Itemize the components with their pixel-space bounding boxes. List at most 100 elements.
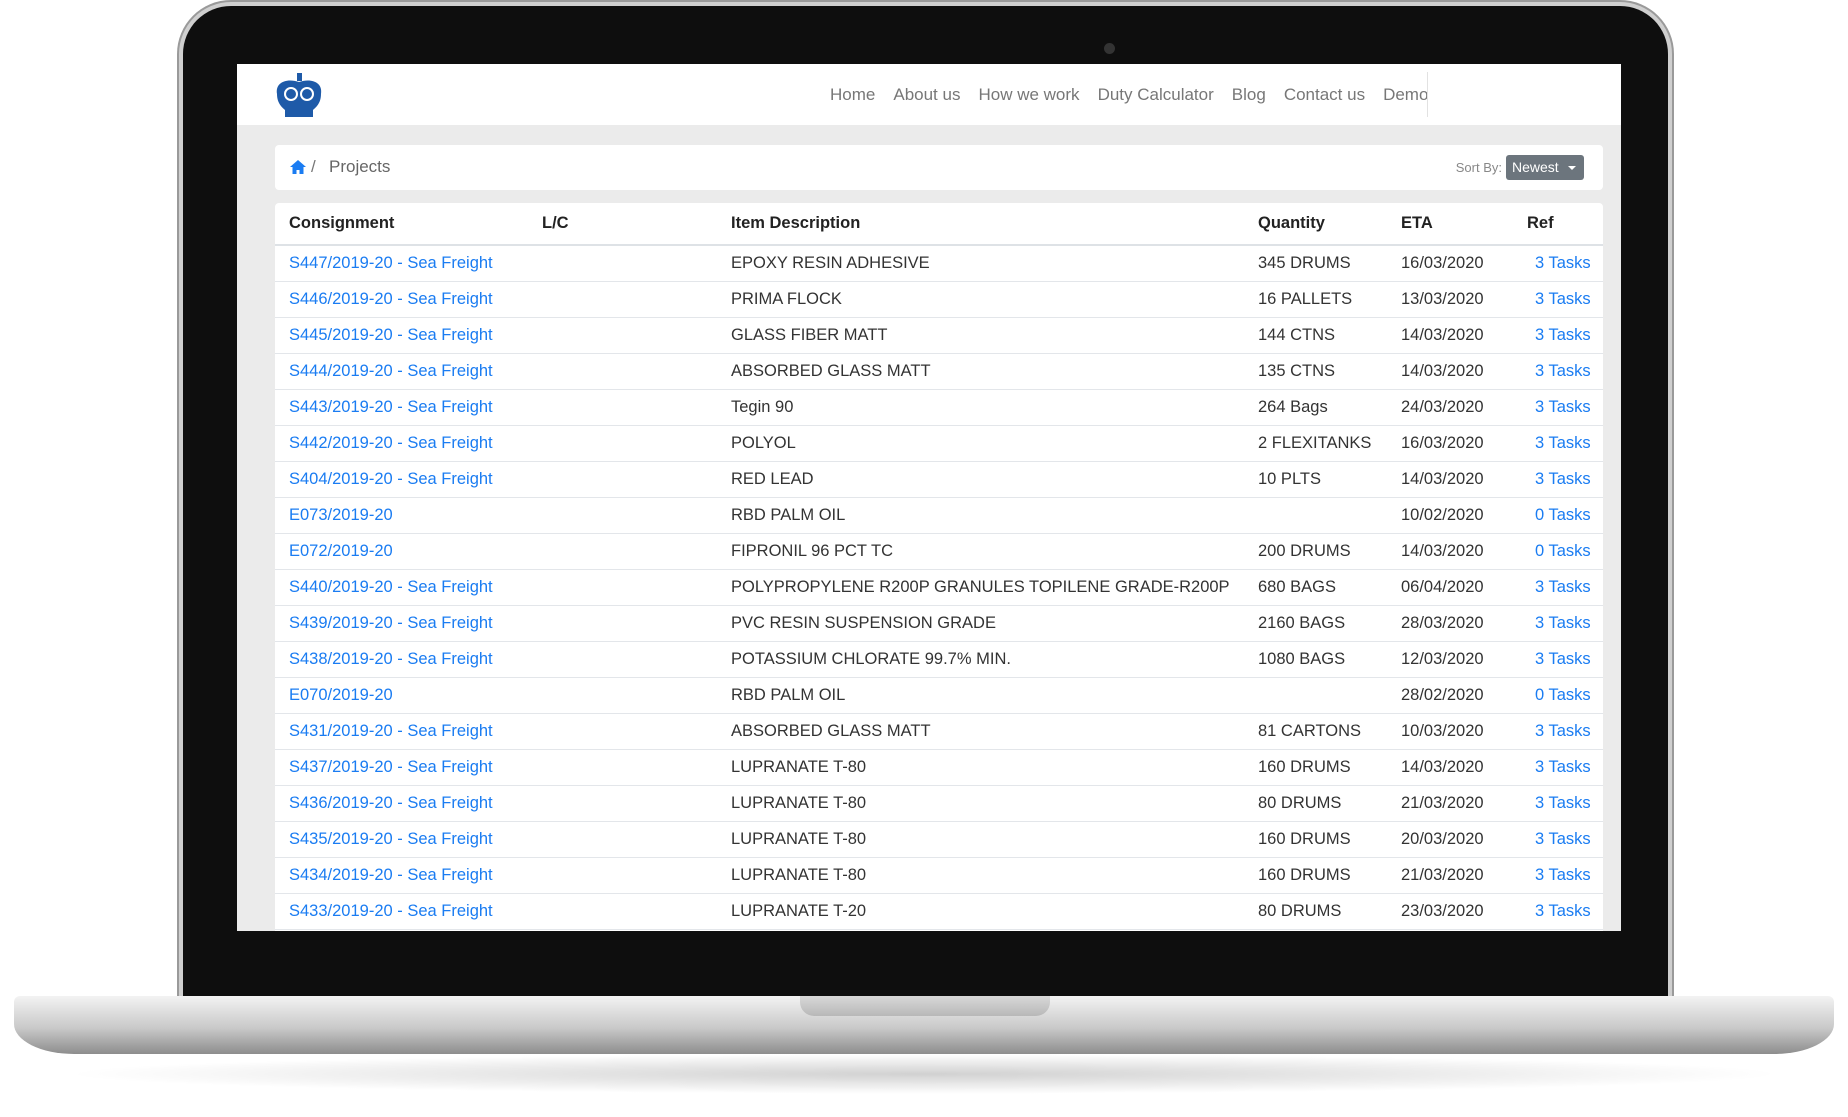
consignment-link[interactable]: S439/2019-20 - Sea Freight xyxy=(289,614,493,632)
eta-cell: 06/04/2020 xyxy=(1401,578,1484,596)
consignment-link[interactable]: S438/2019-20 - Sea Freight xyxy=(289,650,493,668)
eta-cell: 10/03/2020 xyxy=(1401,722,1484,740)
consignment-link[interactable]: S437/2019-20 - Sea Freight xyxy=(289,758,493,776)
tasks-link[interactable]: 3 Tasks xyxy=(1535,614,1591,632)
table-row: S434/2019-20 - Sea Freight LUPRANATE T-80… xyxy=(275,857,1603,894)
tasks-link[interactable]: 3 Tasks xyxy=(1535,758,1591,776)
consignment-link[interactable]: E072/2019-20 xyxy=(289,542,393,560)
breadcrumb-current: Projects xyxy=(329,157,391,176)
item-description-cell: LUPRANATE T-80 xyxy=(731,866,867,884)
consignment-link[interactable]: S436/2019-20 - Sea Freight xyxy=(289,794,493,812)
quantity-cell: 200 DRUMS xyxy=(1258,533,1401,570)
consignment-link[interactable]: S434/2019-20 - Sea Freight xyxy=(289,866,493,884)
camera xyxy=(1104,43,1115,54)
consignment-link[interactable]: S447/2019-20 - Sea Freight xyxy=(289,254,493,272)
table-row: S404/2019-20 - Sea Freight RED LEAD 10 PLT… xyxy=(275,461,1603,498)
eta-cell: 20/03/2020 xyxy=(1401,830,1484,848)
tasks-cell: 3 Tasks xyxy=(1527,893,1603,930)
item-description-cell: Tegin 90 xyxy=(731,389,1258,426)
table-row: S446/2019-20 - Sea Freight PRIMA FLOCK 16 … xyxy=(275,281,1603,318)
tasks-link[interactable]: 3 Tasks xyxy=(1535,650,1591,668)
tasks-link[interactable]: 3 Tasks xyxy=(1535,434,1591,452)
eta-cell: 16/03/2020 xyxy=(1401,254,1484,272)
tasks-link[interactable]: 3 Tasks xyxy=(1535,362,1591,380)
item-description-cell: RBD PALM OIL xyxy=(731,686,846,704)
nav-demo[interactable]: Demo xyxy=(1383,85,1428,105)
tasks-link[interactable]: 3 Tasks xyxy=(1535,470,1591,488)
eta-cell: 14/03/2020 xyxy=(1401,533,1527,570)
laptop-shadow xyxy=(60,1054,1788,1094)
tasks-link[interactable]: 0 Tasks xyxy=(1535,686,1591,704)
quantity-cell xyxy=(1258,497,1401,534)
tasks-link[interactable]: 3 Tasks xyxy=(1535,290,1591,308)
quantity-cell: 160 DRUMS xyxy=(1258,758,1351,776)
screen: Home About us How we work Duty Calculato… xyxy=(237,64,1621,931)
quantity-cell: 680 BAGS xyxy=(1258,578,1336,596)
quantity-cell: 200 DRUMS xyxy=(1258,542,1351,560)
quantity-cell: 81 CARTONS xyxy=(1258,722,1362,740)
eta-cell: 23/03/2020 xyxy=(1401,893,1527,930)
tasks-link[interactable]: 3 Tasks xyxy=(1535,578,1591,596)
table-row: S442/2019-20 - Sea Freight POLYOL 2 FLEXIT… xyxy=(275,425,1603,462)
nav-duty-calculator[interactable]: Duty Calculator xyxy=(1098,85,1214,105)
tasks-link[interactable]: 3 Tasks xyxy=(1535,398,1591,416)
consignment-cell: S435/2019-20 - Sea Freight xyxy=(275,821,542,858)
nav-blog[interactable]: Blog xyxy=(1232,85,1266,105)
item-description-cell: GLASS FIBER MATT xyxy=(731,326,888,344)
eta-cell: 13/03/2020 xyxy=(1401,281,1527,318)
tasks-link[interactable]: 3 Tasks xyxy=(1535,866,1591,884)
nav-how-we-work[interactable]: How we work xyxy=(978,85,1079,105)
eta-cell: 16/03/2020 xyxy=(1401,425,1527,462)
tasks-link[interactable]: 3 Tasks xyxy=(1535,254,1591,272)
consignment-link[interactable]: S433/2019-20 - Sea Freight xyxy=(289,902,493,920)
consignment-cell: S439/2019-20 - Sea Freight xyxy=(275,605,542,642)
consignment-link[interactable]: E070/2019-20 xyxy=(289,686,393,704)
consignment-link[interactable]: E073/2019-20 xyxy=(289,506,393,524)
tasks-link[interactable]: 3 Tasks xyxy=(1535,794,1591,812)
tasks-link[interactable]: 3 Tasks xyxy=(1535,830,1591,848)
quantity-cell: 2 FLEXITANKS xyxy=(1258,425,1401,462)
tasks-link[interactable]: 3 Tasks xyxy=(1535,326,1591,344)
tasks-cell: 3 Tasks xyxy=(1527,785,1603,822)
consignment-link[interactable]: S446/2019-20 - Sea Freight xyxy=(289,290,493,308)
tasks-link[interactable]: 3 Tasks xyxy=(1535,902,1591,920)
consignment-link[interactable]: S431/2019-20 - Sea Freight xyxy=(289,722,493,740)
consignment-link[interactable]: S442/2019-20 - Sea Freight xyxy=(289,434,493,452)
consignment-link[interactable]: S445/2019-20 - Sea Freight xyxy=(289,326,493,344)
lc-cell xyxy=(542,677,731,714)
consignment-link[interactable]: S440/2019-20 - Sea Freight xyxy=(289,578,493,596)
item-description-cell: POLYPROPYLENE R200P GRANULES TOPILENE GR… xyxy=(731,578,1230,596)
quantity-cell: 80 DRUMS xyxy=(1258,893,1401,930)
table-row: S447/2019-20 - Sea Freight EPOXY RESIN AD… xyxy=(275,245,1603,282)
consignment-cell: S438/2019-20 - Sea Freight xyxy=(275,641,542,678)
item-description-cell: PVC RESIN SUSPENSION GRADE xyxy=(731,614,996,632)
tasks-cell: 3 Tasks xyxy=(1527,821,1603,858)
consignment-link[interactable]: S443/2019-20 - Sea Freight xyxy=(289,398,493,416)
eta-cell: 28/03/2020 xyxy=(1401,605,1527,642)
item-description-cell: LUPRANATE T-80 xyxy=(731,830,867,848)
breadcrumb: / Projects Sort By: Newest xyxy=(275,145,1603,190)
nav-about-us[interactable]: About us xyxy=(893,85,960,105)
table-row: S436/2019-20 - Sea Freight LUPRANATE T-80… xyxy=(275,785,1603,822)
crown-logo-icon[interactable] xyxy=(273,72,325,118)
tasks-link[interactable]: 0 Tasks xyxy=(1535,506,1591,524)
tasks-link[interactable]: 0 Tasks xyxy=(1535,542,1591,560)
lc-cell xyxy=(542,245,731,282)
consignment-cell: S431/2019-20 - Sea Freight xyxy=(275,713,542,750)
home-icon[interactable] xyxy=(289,158,307,176)
table-row: E073/2019-20 RBD PALM OIL 10/02/2020 0 Task… xyxy=(275,497,1603,534)
quantity-cell: 80 DRUMS xyxy=(1258,902,1342,920)
header-eta: ETA xyxy=(1401,203,1527,246)
nav-contact-us[interactable]: Contact us xyxy=(1284,85,1365,105)
tasks-link[interactable]: 3 Tasks xyxy=(1535,722,1591,740)
consignment-link[interactable]: S444/2019-20 - Sea Freight xyxy=(289,362,493,380)
consignment-link[interactable]: S404/2019-20 - Sea Freight xyxy=(289,470,493,488)
sort-dropdown[interactable]: Newest xyxy=(1506,155,1584,180)
item-description-cell: FIPRONIL 96 PCT TC xyxy=(731,533,1258,570)
item-description-cell: LUPRANATE T-80 xyxy=(731,857,1258,894)
lc-cell xyxy=(542,533,731,570)
quantity-cell: 2160 BAGS xyxy=(1258,605,1401,642)
nav-home[interactable]: Home xyxy=(830,85,875,105)
consignment-cell: S437/2019-20 - Sea Freight xyxy=(275,749,542,786)
consignment-link[interactable]: S435/2019-20 - Sea Freight xyxy=(289,830,493,848)
